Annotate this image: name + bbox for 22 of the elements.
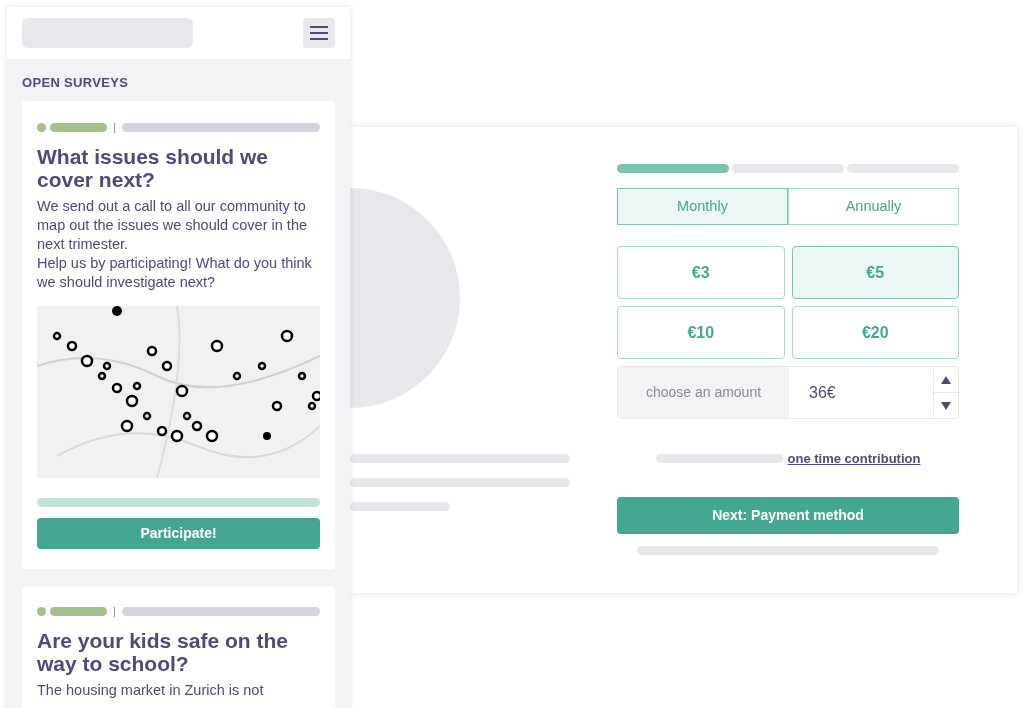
field-value: 36€ [808, 382, 837, 403]
amount-option[interactable]: €10 [617, 306, 785, 359]
amount-option[interactable]: €3 [617, 246, 785, 299]
survey-description: Help us by participating! What do you think we should investigate next? [37, 253, 313, 292]
one-time-link[interactable]: one time contribution [787, 449, 921, 469]
survey-description: We send out a call to all our community to map out the issues we should cover in the next trimester. [37, 196, 308, 254]
survey-title: Are your kids safe on the way to school? [37, 628, 289, 675]
menu-icon [310, 26, 328, 40]
section-title: OPEN SURVEYS [22, 74, 130, 92]
field-label: choose an amount [618, 367, 789, 418]
amount-option[interactable]: €20 [791, 306, 959, 359]
survey-description: The housing market in Zurich is not [37, 680, 265, 700]
survey-title: What issues should we cover next? [37, 144, 270, 191]
tag-placeholder [50, 123, 107, 132]
amount-option[interactable]: €5 [791, 246, 959, 299]
participate-button[interactable]: Participate! [37, 517, 320, 549]
menu-button[interactable] [303, 18, 335, 48]
amount-field[interactable]: choose an amount 36€ [617, 366, 959, 419]
frequency-tab[interactable]: Monthly [617, 188, 788, 225]
frequency-tab[interactable]: Annually [788, 188, 959, 225]
next-button[interactable]: Next: Payment method [617, 496, 959, 534]
tag-placeholder [50, 607, 107, 616]
